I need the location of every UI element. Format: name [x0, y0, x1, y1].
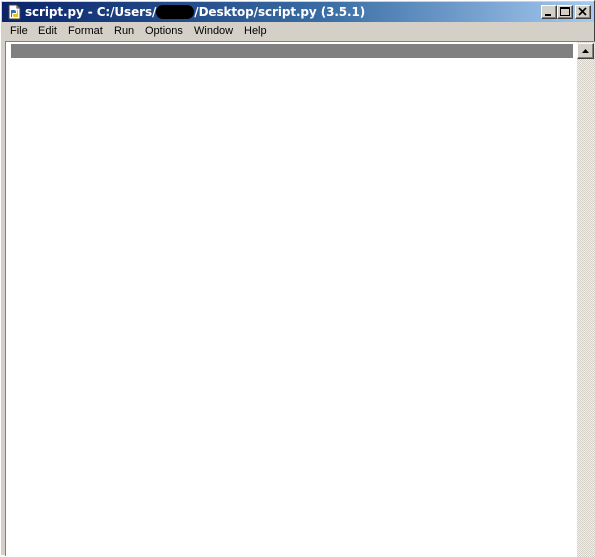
menu-options[interactable]: Options [145, 25, 183, 38]
python-file-icon [7, 4, 23, 20]
maximize-icon [560, 7, 570, 16]
arrow-up-icon [582, 49, 589, 53]
current-line-highlight [11, 44, 573, 58]
idle-editor-window: script.py - C:/Users/ /Desktop/script.py … [0, 0, 595, 557]
menu-bar: File Edit Format Run Options Window Help [2, 22, 594, 41]
close-button[interactable] [575, 5, 591, 19]
menu-help[interactable]: Help [244, 25, 267, 38]
menu-file[interactable]: File [10, 25, 28, 38]
scroll-up-button[interactable] [577, 43, 594, 59]
redacted-username [156, 5, 195, 19]
maximize-button[interactable] [557, 5, 573, 19]
menu-window[interactable]: Window [194, 25, 233, 38]
title-bar[interactable]: script.py - C:/Users/ /Desktop/script.py … [2, 2, 594, 22]
minimize-button[interactable] [541, 5, 557, 19]
menu-format[interactable]: Format [68, 25, 103, 38]
window-title: script.py - C:/Users/ /Desktop/script.py … [25, 4, 365, 20]
window-title-suffix: /Desktop/script.py (3.5.1) [194, 5, 366, 19]
menu-run[interactable]: Run [114, 25, 134, 38]
window-title-prefix: script.py - C:/Users/ [25, 5, 157, 19]
minimize-icon [545, 14, 551, 16]
close-icon [578, 7, 587, 16]
vertical-scrollbar[interactable] [577, 42, 595, 557]
code-editor[interactable] [8, 42, 576, 557]
menu-edit[interactable]: Edit [38, 25, 57, 38]
editor-frame [5, 41, 595, 557]
